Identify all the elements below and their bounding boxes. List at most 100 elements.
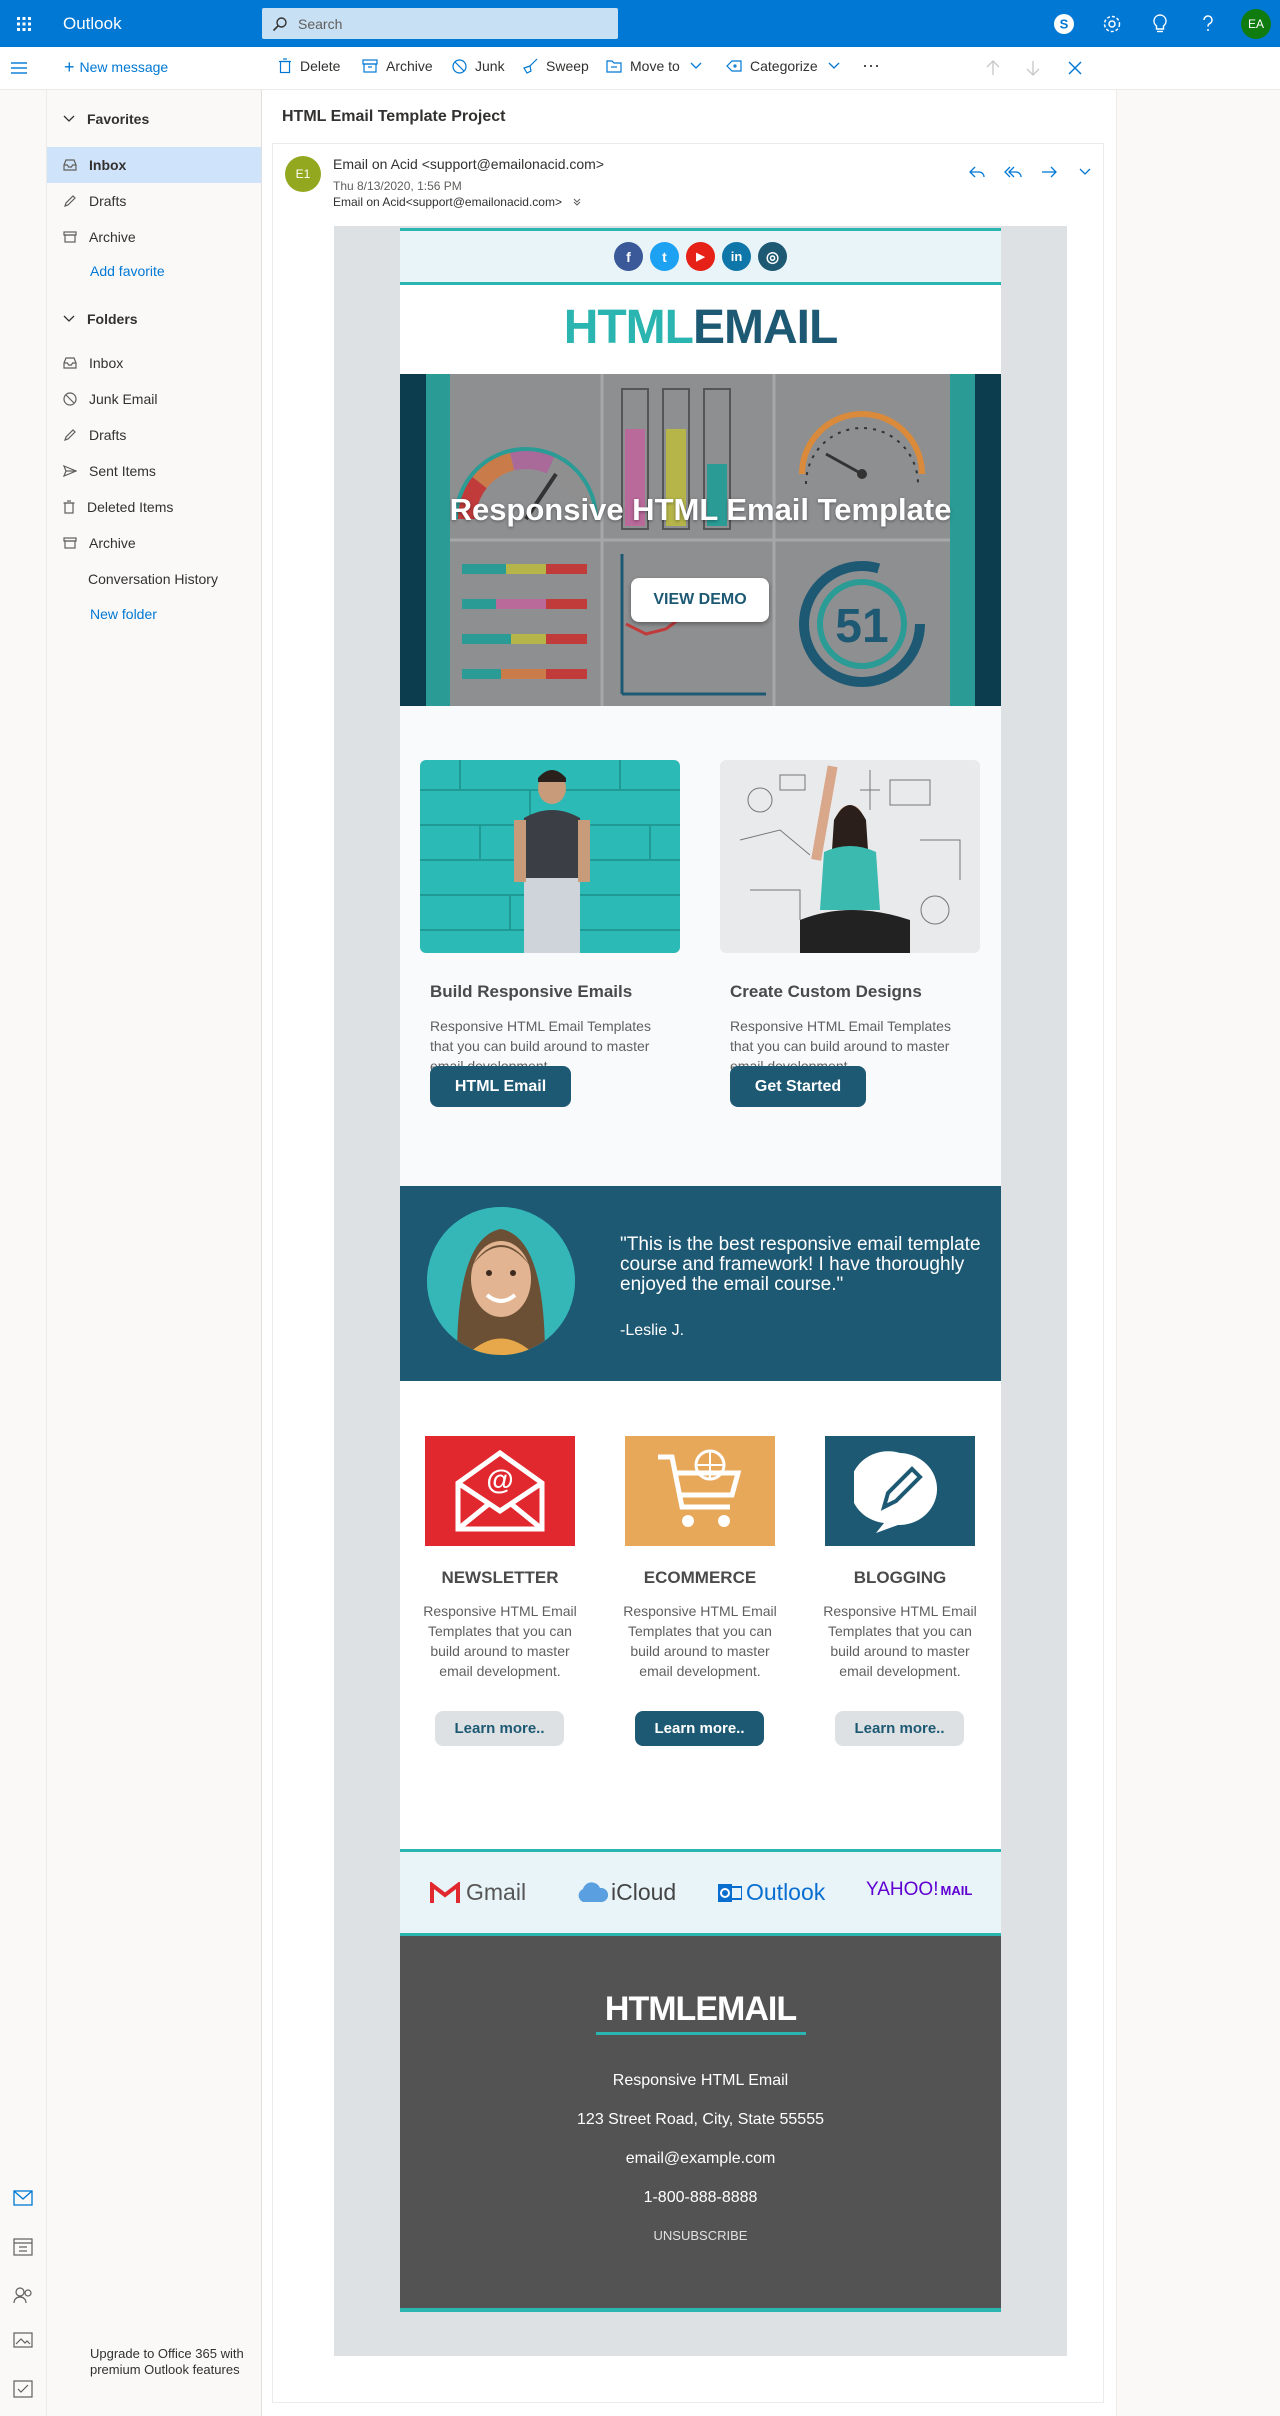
forward-icon[interactable]	[1031, 160, 1067, 184]
broom-icon	[522, 58, 546, 74]
todo-icon[interactable]	[13, 2380, 33, 2398]
previous-message-icon[interactable]	[986, 60, 1008, 76]
junk-button[interactable]: Junk	[452, 58, 505, 74]
calendar-icon[interactable]	[13, 2238, 33, 2256]
gear-icon[interactable]	[1088, 0, 1136, 47]
blogging-learn-more-button[interactable]: Learn more..	[835, 1711, 964, 1746]
feature-title: Build Responsive Emails	[430, 982, 633, 1001]
linkedin-icon[interactable]: in	[722, 242, 751, 271]
delete-button[interactable]: Delete	[278, 58, 340, 74]
email-logo[interactable]: HTMLEMAIL	[400, 300, 1001, 355]
help-icon[interactable]	[1184, 0, 1232, 47]
favorites-heading: Favorites	[87, 111, 150, 127]
folder-item-label: Archive	[89, 535, 136, 551]
sender-avatar[interactable]: E1	[285, 156, 321, 192]
favorite-item-archive[interactable]: Archive	[47, 219, 261, 255]
photos-icon[interactable]	[13, 2332, 33, 2348]
search-icon	[272, 16, 288, 32]
app-launcher-icon[interactable]	[0, 0, 47, 47]
top-bar: Outlook Search S EA	[0, 0, 1280, 47]
hamburger-menu-icon[interactable]	[10, 59, 28, 77]
pencil-icon	[63, 194, 89, 208]
unsubscribe-link[interactable]: UNSUBSCRIBE	[400, 2228, 1001, 2243]
folder-item-label: Sent Items	[89, 463, 156, 479]
more-actions-chevron-icon[interactable]	[1067, 160, 1103, 184]
archive-button[interactable]: Archive	[362, 58, 433, 74]
html-email-button[interactable]: HTML Email	[430, 1066, 571, 1107]
search-box[interactable]: Search	[262, 8, 618, 39]
more-options-icon[interactable]: ···	[862, 55, 880, 76]
chevron-down-icon	[828, 62, 848, 70]
app-name[interactable]: Outlook	[63, 14, 263, 34]
gmail-logo: Gmail	[430, 1879, 526, 1906]
favorite-item-inbox[interactable]: Inbox	[47, 147, 261, 183]
facebook-icon[interactable]: f	[614, 242, 643, 271]
footer-phone[interactable]: 1-800-888-8888	[400, 2189, 1001, 2207]
account-button[interactable]: EA	[1232, 0, 1280, 47]
reply-icon[interactable]	[959, 160, 995, 184]
app-rail	[0, 90, 47, 2416]
move-to-label: Move to	[630, 58, 680, 74]
add-favorite-link[interactable]: Add favorite	[90, 263, 165, 279]
outlook-logo: Outlook	[718, 1879, 825, 1906]
folder-item-label: Inbox	[89, 355, 124, 371]
folder-item-archive[interactable]: Archive	[47, 525, 261, 561]
folder-item-conversation-history[interactable]: Conversation History	[47, 561, 261, 597]
new-message-button[interactable]: + New message	[64, 57, 168, 77]
folder-item-label: Drafts	[89, 427, 127, 443]
next-message-icon[interactable]	[1026, 60, 1048, 76]
skype-icon[interactable]: S	[1040, 0, 1088, 47]
newsletter-learn-more-button[interactable]: Learn more..	[435, 1711, 564, 1746]
favorite-item-drafts[interactable]: Drafts	[47, 183, 261, 219]
inbox-icon	[63, 357, 89, 369]
footer-logo[interactable]: HTMLEMAIL	[400, 1990, 1001, 2029]
testimonial-photo	[427, 1207, 575, 1355]
yahoo-label: YAHOO!	[866, 1879, 939, 1900]
ecommerce-learn-more-button[interactable]: Learn more..	[635, 1711, 764, 1746]
icloud-logo: iCloud	[575, 1879, 676, 1906]
service-text: Responsive HTML Email Templates that you…	[623, 1603, 777, 1679]
message-subject: HTML Email Template Project	[282, 108, 506, 125]
favorite-item-label: Inbox	[89, 157, 127, 173]
folders-heading: Folders	[87, 311, 138, 327]
email-providers-bar: Gmail iCloud Outlook YAHOO! MAIL	[400, 1849, 1001, 1936]
sender-name[interactable]: Email on Acid <support@emailonacid.com>	[333, 156, 604, 172]
folders-header[interactable]: Folders	[63, 311, 138, 327]
folder-item-junk-email[interactable]: Junk Email	[47, 381, 261, 417]
footer-company: Responsive HTML Email	[612, 2072, 789, 2089]
message-date: Thu 8/13/2020, 1:56 PM	[333, 179, 462, 193]
upgrade-link[interactable]: Upgrade to Office 365 with premium Outlo…	[90, 2346, 250, 2378]
expand-recipients-icon[interactable]	[572, 197, 582, 207]
sweep-button[interactable]: Sweep	[522, 58, 589, 74]
move-to-button[interactable]: Move to	[606, 58, 710, 74]
reply-all-icon[interactable]	[995, 160, 1031, 184]
instagram-icon[interactable]: ◎	[758, 242, 787, 271]
folder-item-inbox[interactable]: Inbox	[47, 345, 261, 381]
footer-email[interactable]: email@example.com	[400, 2150, 1001, 2168]
favorites-header[interactable]: Favorites	[63, 111, 149, 127]
view-demo-button[interactable]: VIEW DEMO	[631, 578, 769, 622]
outlook-label: Outlook	[746, 1879, 826, 1905]
recipient[interactable]: Email on Acid<support@emailonacid.com>	[333, 195, 562, 209]
categorize-button[interactable]: Categorize	[726, 58, 848, 74]
email-body: f t ▶ in ◎ HTMLEMAIL 51 Responsive HTML …	[400, 228, 1001, 2312]
people-icon[interactable]	[13, 2286, 33, 2304]
youtube-icon[interactable]: ▶	[686, 242, 715, 271]
get-started-button[interactable]: Get Started	[730, 1066, 866, 1107]
lightbulb-icon[interactable]	[1136, 0, 1184, 47]
close-icon[interactable]	[1068, 61, 1090, 75]
hero-title: Responsive HTML Email Template	[449, 492, 952, 527]
folder-item-sent-items[interactable]: Sent Items	[47, 453, 261, 489]
pencil-icon	[63, 428, 89, 442]
email-footer: HTMLEMAIL Responsive HTML Email 123 Stre…	[400, 1936, 1001, 2312]
feature-image-man	[420, 760, 680, 953]
twitter-icon[interactable]: t	[650, 242, 679, 271]
folder-item-drafts[interactable]: Drafts	[47, 417, 261, 453]
command-bar: + New message Delete Archive Junk Sweep …	[0, 47, 1280, 90]
service-title: ECOMMERCE	[643, 1568, 757, 1587]
mail-icon[interactable]	[13, 2190, 33, 2206]
new-folder-link[interactable]: New folder	[90, 606, 157, 622]
plus-icon: +	[64, 57, 75, 77]
folder-item-deleted-items[interactable]: Deleted Items	[47, 489, 261, 525]
service-text: Responsive HTML Email Templates that you…	[423, 1603, 577, 1679]
